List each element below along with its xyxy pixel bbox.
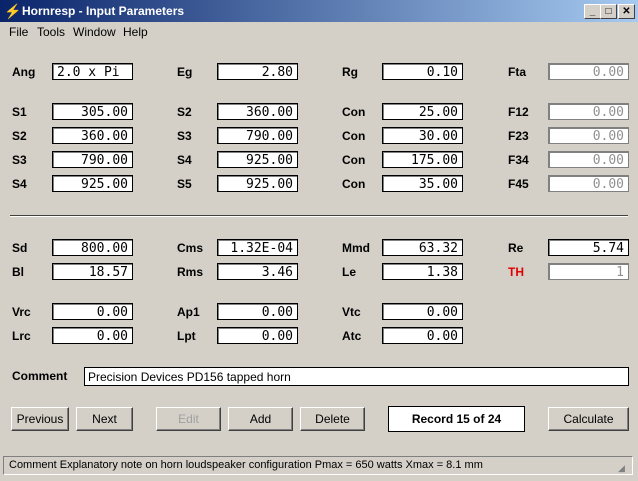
window-title: Hornresp - Input Parameters [22,4,185,18]
label-ang: Ang [12,65,36,79]
label-th: TH [508,265,524,279]
minimize-icon: _ [589,6,596,17]
input-s2-col2[interactable]: 360.00 [217,103,298,120]
edit-button[interactable]: Edit [156,407,221,431]
menu-bar: File Tools Window Help [0,22,638,41]
menu-window[interactable]: Window [73,25,116,39]
label-bl: Bl [12,265,24,279]
input-s3[interactable]: 790.00 [52,151,133,168]
minimize-button[interactable]: _ [584,4,601,19]
input-bl[interactable]: 18.57 [52,263,133,280]
label-rms: Rms [177,265,204,279]
status-bar: Comment Explanatory note on horn loudspe… [3,456,633,475]
input-s5[interactable]: 925.00 [217,175,298,192]
label-vrc: Vrc [12,305,31,319]
input-lrc[interactable]: 0.00 [52,327,133,344]
label-con-2: Con [342,129,366,143]
input-lpt[interactable]: 0.00 [217,327,298,344]
label-con-1: Con [342,105,366,119]
status-text: Comment Explanatory note on horn loudspe… [9,459,483,471]
section-divider [10,215,628,217]
menu-file[interactable]: File [9,25,28,39]
input-mmd[interactable]: 63.32 [382,239,463,256]
menu-tools[interactable]: Tools [37,25,65,39]
label-le: Le [342,265,357,279]
maximize-button[interactable]: □ [600,4,617,19]
label-f23: F23 [508,129,529,143]
comment-input[interactable]: Precision Devices PD156 tapped horn [84,367,629,386]
label-mmd: Mmd [342,241,370,255]
label-cms: Cms [177,241,204,255]
label-con-4: Con [342,177,366,191]
input-f45[interactable]: 0.00 [548,175,629,192]
next-button[interactable]: Next [76,407,133,431]
label-s4: S4 [12,177,27,191]
label-s4-col2: S4 [177,153,192,167]
label-ap1: Ap1 [177,305,200,319]
add-button[interactable]: Add [228,407,293,431]
label-eg: Eg [177,65,193,79]
input-s1[interactable]: 305.00 [52,103,133,120]
calculate-button[interactable]: Calculate [548,407,629,431]
input-rg[interactable]: 0.10 [382,63,463,80]
label-s3-col2: S3 [177,129,192,143]
label-s3: S3 [12,153,27,167]
input-cms[interactable]: 1.32E-04 [217,239,298,256]
input-s4[interactable]: 925.00 [52,175,133,192]
previous-button[interactable]: Previous [11,407,69,431]
input-s2[interactable]: 360.00 [52,127,133,144]
input-con-1[interactable]: 25.00 [382,103,463,120]
label-atc: Atc [342,329,362,343]
label-fta: Fta [508,65,526,79]
record-indicator: Record 15 of 24 [388,406,525,432]
input-fta[interactable]: 0.00 [548,63,629,80]
label-f45: F45 [508,177,529,191]
label-lpt: Lpt [177,329,196,343]
lightning-icon: ⚡ [4,3,22,19]
maximize-icon: □ [605,6,612,17]
resize-grip-icon[interactable]: ◢ [618,460,630,473]
input-ap1[interactable]: 0.00 [217,303,298,320]
label-f34: F34 [508,153,529,167]
input-con-2[interactable]: 30.00 [382,127,463,144]
close-icon: ✕ [622,6,631,17]
input-f23[interactable]: 0.00 [548,127,629,144]
menu-help[interactable]: Help [123,25,148,39]
input-f12[interactable]: 0.00 [548,103,629,120]
input-vrc[interactable]: 0.00 [52,303,133,320]
label-sd: Sd [12,241,28,255]
label-s5: S5 [177,177,192,191]
input-le[interactable]: 1.38 [382,263,463,280]
input-eg[interactable]: 2.80 [217,63,298,80]
label-s1: S1 [12,105,27,119]
input-th[interactable]: 1 [548,263,629,280]
input-f34[interactable]: 0.00 [548,151,629,168]
input-rms[interactable]: 3.46 [217,263,298,280]
label-vtc: Vtc [342,305,361,319]
input-con-4[interactable]: 35.00 [382,175,463,192]
label-s2: S2 [12,129,27,143]
label-lrc: Lrc [12,329,31,343]
input-re[interactable]: 5.74 [548,239,629,256]
input-s4-col2[interactable]: 925.00 [217,151,298,168]
label-f12: F12 [508,105,529,119]
input-vtc[interactable]: 0.00 [382,303,463,320]
label-con-3: Con [342,153,366,167]
input-ang[interactable]: 2.0 x Pi [52,63,133,80]
label-s2-col2: S2 [177,105,192,119]
input-s3-col2[interactable]: 790.00 [217,127,298,144]
close-button[interactable]: ✕ [618,4,635,19]
input-sd[interactable]: 800.00 [52,239,133,256]
input-atc[interactable]: 0.00 [382,327,463,344]
label-rg: Rg [342,65,358,79]
delete-button[interactable]: Delete [300,407,365,431]
input-con-3[interactable]: 175.00 [382,151,463,168]
label-re: Re [508,241,524,255]
label-comment: Comment [12,369,68,383]
title-bar: ⚡ Hornresp - Input Parameters _ □ ✕ [0,0,638,22]
